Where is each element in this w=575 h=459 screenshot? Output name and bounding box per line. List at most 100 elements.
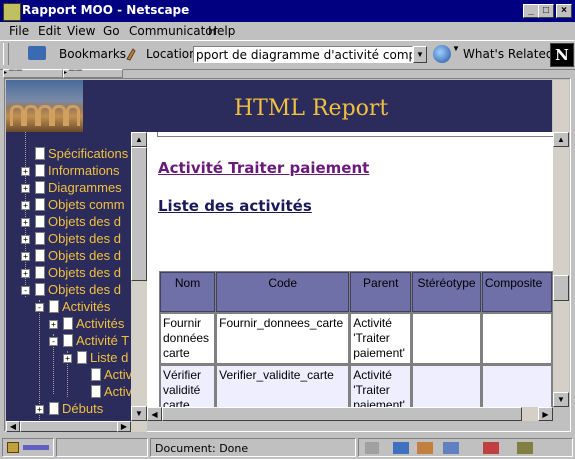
tree-item[interactable]: Activités <box>62 299 110 314</box>
menu-file[interactable]: File <box>9 24 29 38</box>
document-icon <box>91 385 101 398</box>
tree-item[interactable]: Objets des d <box>48 214 121 229</box>
bookmarks-icon[interactable] <box>28 46 46 60</box>
tree-collapse-icon[interactable]: - <box>21 286 30 295</box>
tree-item[interactable]: Objets des d <box>48 231 121 246</box>
document-icon <box>35 198 45 211</box>
table-row: Fournir données carte Fournir_donnees_ca… <box>160 313 552 364</box>
tree-collapse-icon[interactable]: - <box>35 303 44 312</box>
location-dropdown-button[interactable]: ▼ <box>413 46 427 63</box>
tree-item[interactable]: Activité T <box>76 333 129 348</box>
tree-expand-icon[interactable]: + <box>21 201 30 210</box>
newsgroups-icon[interactable] <box>417 442 433 454</box>
content-vertical-scrollbar[interactable] <box>553 132 569 407</box>
tree-item[interactable]: Objets comm <box>48 197 125 212</box>
tree-expand-icon[interactable]: + <box>21 184 30 193</box>
status-text: Document: Done <box>155 442 249 455</box>
document-icon <box>63 317 73 330</box>
progress-bar <box>56 438 148 457</box>
table-row: Vérifier validité carte Verifier_validit… <box>160 365 552 407</box>
location-input[interactable]: pport de diagramme d'activité composite.… <box>193 46 413 63</box>
tree-scroll-left-button[interactable]: ◀ <box>6 421 20 432</box>
tree-collapse-icon[interactable]: - <box>49 337 58 346</box>
menu-help[interactable]: Help <box>208 24 235 38</box>
collapsed-toolbar-tab[interactable]: ▸ '''''''''''' <box>3 69 63 78</box>
composer-icon[interactable] <box>483 442 499 454</box>
tree-expand-icon[interactable]: + <box>63 354 72 363</box>
document-icon <box>35 249 45 262</box>
whats-related-icon[interactable] <box>433 45 451 63</box>
activity-list-heading-link[interactable]: Liste des activités <box>158 197 312 215</box>
report-title: HTML Report <box>234 96 389 121</box>
title-bar: Rapport MOO - Netscape _ □ × <box>0 0 575 22</box>
cell-composite <box>481 313 552 364</box>
mail-icon[interactable] <box>393 442 409 454</box>
activity-heading-link[interactable]: Activité Traiter paiement <box>158 159 369 177</box>
previous-table-fragment <box>157 132 553 137</box>
edit-page-icon[interactable] <box>517 442 533 454</box>
tree-item[interactable]: Objets des d <box>48 265 121 280</box>
menu-communicator[interactable]: Communicator <box>129 24 218 38</box>
minimize-button[interactable]: _ <box>523 4 539 18</box>
connection-icon <box>23 445 49 450</box>
netscape-app-icon[interactable] <box>3 3 21 21</box>
tree-item[interactable]: Liste d <box>90 350 128 365</box>
content-scroll-right-button[interactable]: ▶ <box>538 407 553 421</box>
tree-item[interactable]: Spécifications <box>48 146 128 161</box>
address-book-icon[interactable] <box>443 442 459 454</box>
tree-expand-icon[interactable]: + <box>21 269 30 278</box>
tree-item[interactable]: Diagrammes <box>48 180 122 195</box>
tree-item[interactable]: Informations <box>48 163 120 178</box>
close-button[interactable]: × <box>556 4 572 18</box>
content-scroll-thumb[interactable] <box>553 275 569 301</box>
whats-related-dropdown-icon[interactable]: ▼ <box>452 44 460 53</box>
tree-expand-icon[interactable]: + <box>21 218 30 227</box>
netscape-logo-icon: N <box>550 43 574 67</box>
tree-expand-icon[interactable]: + <box>21 167 30 176</box>
tree-expand-icon[interactable]: + <box>49 320 58 329</box>
column-header-composite: Composite <box>481 272 552 312</box>
tree-item[interactable]: Débuts <box>62 401 103 416</box>
tree-item[interactable]: Objets des d <box>48 248 121 263</box>
document-icon <box>35 164 45 177</box>
report-banner: HTML Report <box>6 80 552 132</box>
cell-nom: Fournir données carte <box>160 313 216 364</box>
tree-item[interactable]: Objets des d <box>48 282 121 297</box>
menu-view[interactable]: View <box>67 24 95 38</box>
document-icon <box>35 283 45 296</box>
content-scroll-down-button[interactable]: ▼ <box>553 392 569 407</box>
cell-code: Fournir_donnees_carte <box>216 313 350 364</box>
tree-scroll-up-button[interactable]: ▲ <box>131 132 147 147</box>
whats-related-button[interactable]: What's Related <box>463 47 553 61</box>
cell-parent: Activité 'Traiter paiement' <box>350 365 412 407</box>
cell-parent: Activité 'Traiter paiement' <box>350 313 412 364</box>
tree-expand-icon[interactable]: + <box>35 405 44 414</box>
toolbar-grip[interactable] <box>3 43 9 65</box>
tree-item[interactable]: Activités <box>76 316 124 331</box>
menu-bar: File Edit View Go Communicator Help <box>0 22 575 40</box>
cell-composite <box>481 365 552 407</box>
tree-expand-icon[interactable]: + <box>21 252 30 261</box>
report-content: Activité Traiter paiement Liste des acti… <box>147 132 553 407</box>
collapsed-toolbar-tab[interactable]: ▸ '''''''''''' <box>63 69 123 78</box>
menu-edit[interactable]: Edit <box>38 24 61 38</box>
column-header-code: Code <box>216 272 350 312</box>
maximize-button[interactable]: □ <box>538 4 554 18</box>
content-scroll-up-button[interactable]: ▲ <box>553 132 569 147</box>
document-icon <box>77 351 87 364</box>
bookmarks-button[interactable]: Bookmarks <box>59 47 126 61</box>
document-icon <box>35 266 45 279</box>
navigator-icon[interactable] <box>365 442 379 454</box>
tree-scroll-down-button[interactable]: ▼ <box>131 406 147 421</box>
scroll-corner <box>553 407 569 421</box>
tree-hscroll-thumb[interactable] <box>20 421 120 432</box>
tree-expand-icon[interactable]: + <box>21 235 30 244</box>
cell-stereotype <box>412 313 481 364</box>
content-hscroll-thumb[interactable] <box>162 407 522 421</box>
banner-scrollbar[interactable] <box>553 80 569 132</box>
content-scroll-left-button[interactable]: ◀ <box>147 407 162 421</box>
security-indicator[interactable] <box>2 438 54 457</box>
menu-go[interactable]: Go <box>103 24 120 38</box>
tree-scroll-right-button[interactable]: ▶ <box>117 421 131 432</box>
tree-scroll-thumb[interactable] <box>131 147 147 281</box>
